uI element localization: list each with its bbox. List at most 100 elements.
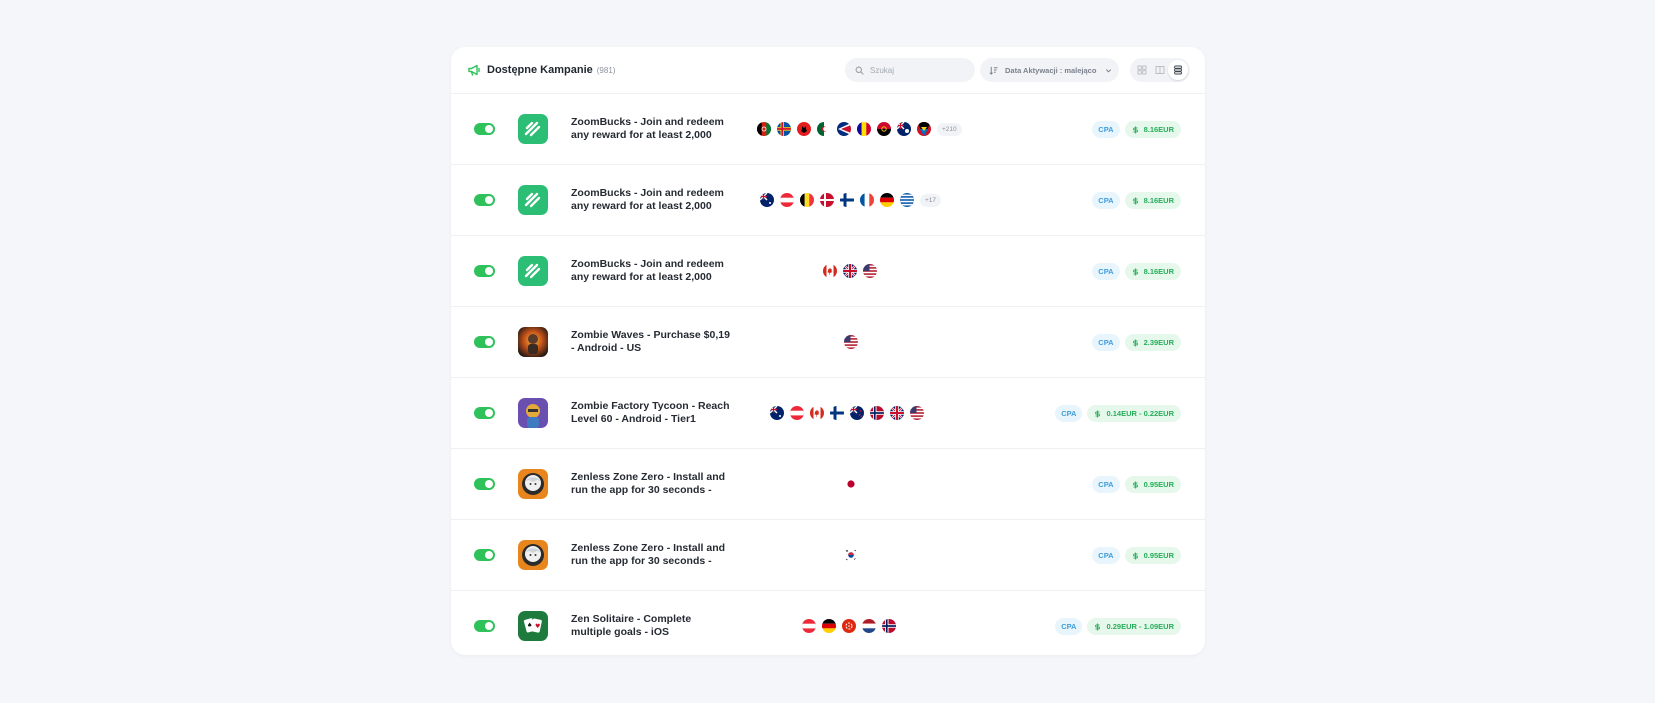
columns-icon — [1155, 66, 1165, 74]
payout-value: 0.95EUR — [1143, 551, 1174, 560]
flag-gr — [900, 193, 914, 207]
money-icon — [1132, 126, 1138, 133]
flag-no — [882, 619, 896, 633]
campaign-toggle[interactable] — [474, 549, 495, 561]
campaign-toggle[interactable] — [474, 478, 495, 490]
zoombucks-icon — [518, 185, 548, 215]
type-badge: CPA — [1092, 476, 1120, 493]
campaign-toggle[interactable] — [474, 336, 495, 348]
type-badge: CPA — [1092, 547, 1120, 564]
more-countries-badge[interactable]: +17 — [920, 193, 942, 207]
more-countries-badge[interactable]: +210 — [937, 122, 962, 136]
flag-nz — [850, 406, 864, 420]
flag-at — [790, 406, 804, 420]
zen-solitaire-icon: ♥ ♠ — [518, 611, 548, 641]
flag-as — [837, 122, 851, 136]
flag-dz — [817, 122, 831, 136]
campaign-row[interactable]: Zenless Zone Zero - Install and run the … — [451, 449, 1205, 520]
search-box[interactable] — [845, 58, 975, 82]
zombie-waves-icon — [518, 327, 548, 357]
campaign-name[interactable]: Zenless Zone Zero - Install and run the … — [571, 471, 731, 497]
card-view-button[interactable] — [1150, 60, 1170, 80]
country-flags: +17 — [760, 193, 942, 207]
flag-gb — [890, 406, 904, 420]
campaign-name[interactable]: Zombie Waves - Purchase $0,19 - Android … — [571, 329, 731, 355]
search-input[interactable] — [870, 65, 966, 75]
flag-nl — [862, 619, 876, 633]
campaign-name[interactable]: ZoomBucks - Join and redeem any reward f… — [571, 258, 731, 284]
search-icon — [855, 66, 864, 75]
flag-fr — [860, 193, 874, 207]
flag-fi — [840, 193, 854, 207]
money-icon — [1132, 268, 1138, 275]
campaign-count: (981) — [596, 66, 616, 75]
campaign-row[interactable]: Zombie Factory Tycoon - Reach Level 60 -… — [451, 378, 1205, 449]
zoombucks-icon — [518, 256, 548, 286]
campaign-toggle[interactable] — [474, 620, 495, 632]
flag-us — [863, 264, 877, 278]
svg-text:♥: ♥ — [535, 623, 540, 630]
grid-view-button[interactable] — [1132, 60, 1152, 80]
campaign-toggle[interactable] — [474, 123, 495, 135]
payout-value: 8.16EUR — [1143, 125, 1174, 134]
flag-us — [910, 406, 924, 420]
sort-dropdown[interactable]: Data Aktywacji : malejąco — [980, 58, 1119, 82]
campaign-badges: CPA 8.16EUR — [1092, 121, 1181, 138]
flag-jp — [844, 477, 858, 491]
zoombucks-icon — [518, 114, 548, 144]
money-icon — [1132, 552, 1138, 559]
sort-label: Data Aktywacji : malejąco — [1005, 65, 1097, 75]
payout-badge: 0.14EUR - 0.22EUR — [1087, 405, 1181, 422]
campaigns-card: Dostępne Kampanie(981) Data Aktywacji : … — [451, 47, 1205, 655]
type-badge: CPA — [1092, 192, 1120, 209]
campaign-toggle[interactable] — [474, 194, 495, 206]
campaign-row[interactable]: ZoomBucks - Join and redeem any reward f… — [451, 165, 1205, 236]
money-icon — [1132, 481, 1138, 488]
flag-ca — [823, 264, 837, 278]
payout-value: 0.29EUR - 1.09EUR — [1106, 622, 1174, 631]
campaign-row[interactable]: ZoomBucks - Join and redeem any reward f… — [451, 94, 1205, 165]
type-badge: CPA — [1055, 618, 1083, 635]
money-icon — [1132, 197, 1138, 204]
country-flags — [844, 335, 858, 349]
country-flags — [802, 619, 896, 633]
campaign-toggle[interactable] — [474, 407, 495, 419]
flag-ao — [877, 122, 891, 136]
campaign-name[interactable]: Zenless Zone Zero - Install and run the … — [571, 542, 731, 568]
country-flags: +210 — [757, 122, 962, 136]
campaign-name[interactable]: ZoomBucks - Join and redeem any reward f… — [571, 187, 731, 213]
zenless-zone-zero-icon — [518, 469, 548, 499]
campaign-row[interactable]: ♥ ♠ Zen Solitaire - Complete multiple goa… — [451, 591, 1205, 655]
flag-de — [880, 193, 894, 207]
zenless-zone-zero-icon — [518, 540, 548, 570]
flag-ad — [857, 122, 871, 136]
flag-af — [757, 122, 771, 136]
campaign-row[interactable]: ZoomBucks - Join and redeem any reward f… — [451, 236, 1205, 307]
payout-badge: 8.16EUR — [1124, 263, 1181, 280]
campaign-badges: CPA 0.95EUR — [1092, 547, 1181, 564]
type-badge: CPA — [1092, 263, 1120, 280]
flag-hk — [842, 619, 856, 633]
payout-value: 8.16EUR — [1143, 196, 1174, 205]
campaign-row[interactable]: Zenless Zone Zero - Install and run the … — [451, 520, 1205, 591]
campaign-badges: CPA 0.95EUR — [1092, 476, 1181, 493]
campaign-name[interactable]: ZoomBucks - Join and redeem any reward f… — [571, 116, 731, 142]
flag-ca — [810, 406, 824, 420]
campaign-badges: CPA 2.39EUR — [1092, 334, 1181, 351]
payout-badge: 8.16EUR — [1124, 121, 1181, 138]
campaign-toggle[interactable] — [474, 265, 495, 277]
flag-au — [770, 406, 784, 420]
campaign-name[interactable]: Zombie Factory Tycoon - Reach Level 60 -… — [571, 400, 731, 426]
megaphone-icon — [467, 63, 481, 77]
type-badge: CPA — [1092, 121, 1120, 138]
campaign-row[interactable]: Zombie Waves - Purchase $0,19 - Android … — [451, 307, 1205, 378]
flag-be — [800, 193, 814, 207]
payout-badge: 0.95EUR — [1124, 476, 1181, 493]
flag-fi — [830, 406, 844, 420]
list-view-button[interactable] — [1168, 60, 1188, 80]
campaign-badges: CPA 0.29EUR - 1.09EUR — [1055, 618, 1181, 635]
payout-value: 0.14EUR - 0.22EUR — [1106, 409, 1174, 418]
campaign-name[interactable]: Zen Solitaire - Complete multiple goals … — [571, 613, 731, 639]
list-icon — [1174, 65, 1182, 75]
payout-badge: 0.95EUR — [1124, 547, 1181, 564]
